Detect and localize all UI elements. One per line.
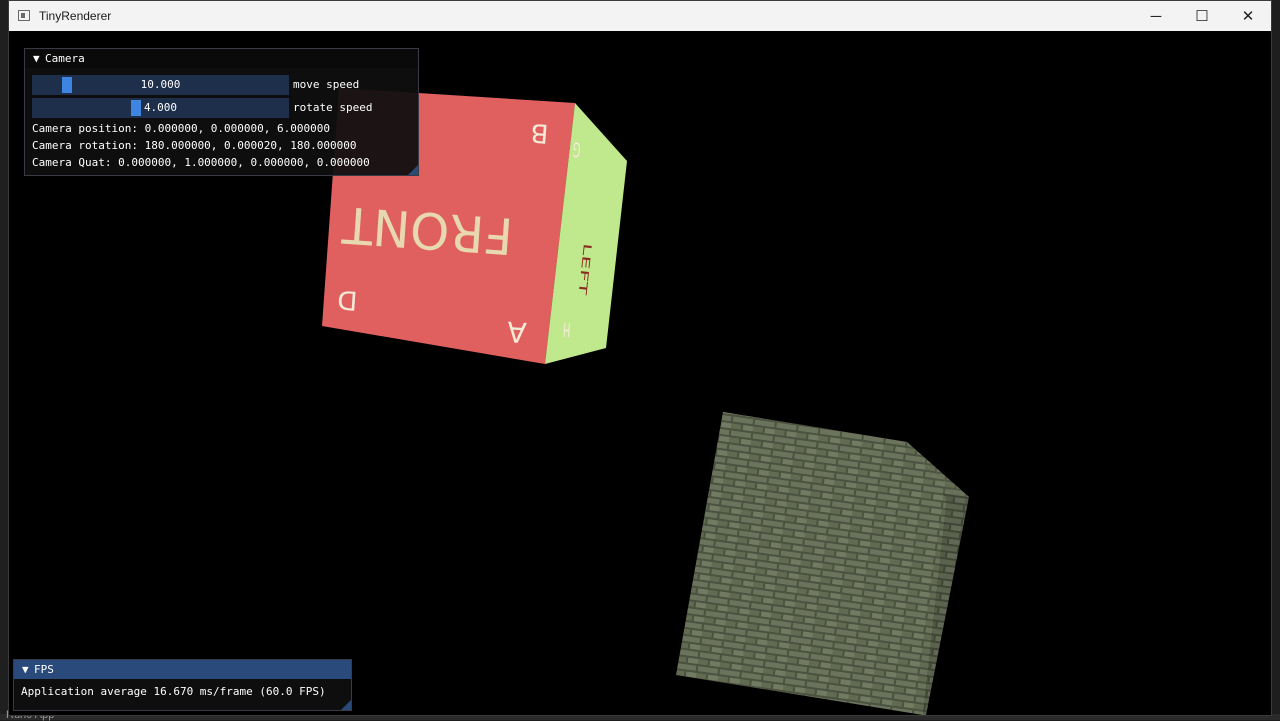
cube-letter-a: A: [506, 315, 527, 349]
camera-panel-title: Camera: [45, 52, 85, 65]
minimize-button[interactable]: ─: [1133, 1, 1179, 31]
fps-panel: ▼ FPS Application average 16.670 ms/frame…: [13, 659, 352, 711]
collapse-arrow-icon[interactable]: ▼: [22, 660, 34, 679]
camera-position-text: Camera position: 0.000000, 0.000000, 6.0…: [32, 122, 331, 135]
camera-panel-header[interactable]: ▼ Camera: [25, 49, 418, 68]
cube-front-label: FRONT: [340, 195, 515, 265]
maximize-button[interactable]: ☐: [1179, 1, 1225, 31]
rotate-speed-value: 4.000: [143, 101, 178, 114]
cube-letter-b: B: [530, 117, 550, 148]
move-speed-slider[interactable]: 10.000: [32, 75, 289, 95]
background-ide-strip: [0, 0, 8, 720]
camera-panel: ▼ Camera 10.000 move speed 4.000 rotate s…: [24, 48, 419, 176]
fps-panel-title: FPS: [34, 663, 54, 676]
resize-grip[interactable]: [408, 165, 418, 175]
close-button[interactable]: ✕: [1225, 1, 1271, 31]
app-window: TinyRenderer ─ ☐ ✕ FRONT B D A G H LEFT …: [8, 0, 1272, 716]
window-title: TinyRenderer: [39, 9, 112, 23]
stone-cube: [676, 412, 969, 715]
fps-panel-header[interactable]: ▼ FPS: [14, 660, 351, 679]
resize-grip[interactable]: [341, 700, 351, 710]
collapse-arrow-icon[interactable]: ▼: [33, 49, 45, 68]
app-icon: [18, 10, 30, 21]
fps-text: Application average 16.670 ms/frame (60.…: [21, 685, 326, 698]
stone-cube-front: [676, 412, 947, 715]
render-viewport[interactable]: FRONT B D A G H LEFT ▼ Camera 10.000 mov…: [9, 31, 1271, 715]
camera-rotation-text: Camera rotation: 180.000000, 0.000020, 1…: [32, 139, 357, 152]
titlebar[interactable]: TinyRenderer ─ ☐ ✕: [9, 1, 1271, 31]
rotate-speed-label: rotate speed: [293, 101, 373, 114]
move-speed-value: 10.000: [140, 78, 181, 91]
move-speed-label: move speed: [293, 78, 360, 91]
rotate-speed-slider[interactable]: 4.000: [32, 98, 289, 118]
cube-letter-d: D: [336, 284, 358, 315]
camera-quat-text: Camera Quat: 0.000000, 1.000000, 0.00000…: [32, 156, 370, 169]
